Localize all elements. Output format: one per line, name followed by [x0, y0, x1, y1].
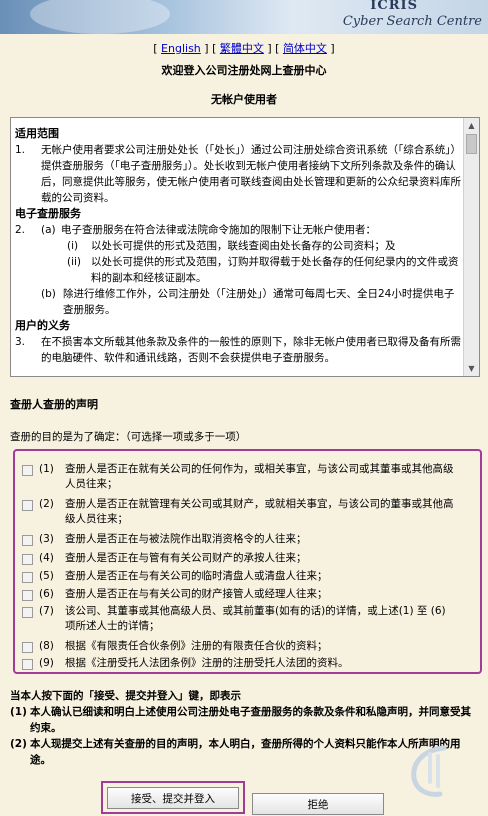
consent-item-number: (2) [10, 738, 27, 750]
purpose-option-3[interactable]: (3) 查册人是否正在与被法院作出取消资格令的人往来； [22, 532, 458, 547]
purpose-option-number: (1) [39, 463, 54, 475]
lang-traditional-chinese-link[interactable]: 繁體中文 [220, 42, 264, 55]
terms-item-number: 2. [15, 224, 26, 236]
accept-submit-login-button[interactable]: 接受、提交并登入 [107, 787, 239, 809]
purpose-option-9[interactable]: (9) 根据《注册受托人法团条例》注册的注册受托人法团的资料。 [22, 656, 458, 671]
purpose-option-2[interactable]: (2) 查册人是否正在就管理有关公司或其财产，或就相关事宜，与该公司的董事或其他… [22, 497, 458, 527]
language-bar: [ English ] [ 繁體中文 ] [ 简体中文 ] [153, 42, 335, 55]
purpose-option-number: (7) [39, 605, 54, 617]
site-banner: ICRIS Cyber Search Centre [0, 0, 488, 34]
banner-brand: ICRIS [370, 0, 418, 13]
purpose-checkbox[interactable] [22, 572, 33, 583]
terms-item: 3. 在不损害本文所载其他条款及条件的一般性的原则下，除非无帐户使用者已取得及备… [15, 334, 463, 366]
terms-subitem-number: (ii) [67, 256, 82, 268]
purpose-option-label: 根据《有限责任合伙条例》注册的有限责任合伙的资料； [65, 640, 328, 652]
scroll-thumb[interactable] [466, 134, 477, 154]
terms-item: (b) 除进行维修工作外，公司注册处（「注册处」）通常可每周七天、全日24小时提… [15, 286, 463, 318]
terms-item-text: 在不损害本文所载其他条款及条件的一般性的原则下，除非无帐户使用者已取得及备有所需… [41, 336, 461, 364]
purpose-option-5[interactable]: (5) 查册人是否正在与有关公司的临时清盘人或清盘人往来； [22, 569, 458, 584]
reject-button[interactable]: 拒绝 [252, 793, 384, 815]
purpose-checkbox[interactable] [22, 642, 33, 653]
consent-item-number: (1) [10, 706, 27, 718]
banner-graphic [30, 0, 170, 34]
purpose-option-8[interactable]: (8) 根据《有限责任合伙条例》注册的有限责任合伙的资料； [22, 639, 458, 654]
purpose-option-label: 查册人是否正在就有关公司的任何作为，或相关事宜，与该公司或其董事或其他高级人员往… [65, 463, 454, 490]
purpose-option-number: (6) [39, 588, 54, 600]
consent-item-text: 本人确认已细读和明白上述使用公司注册处电子查册服务的条款及条件和私隐声明，并同意… [30, 706, 471, 734]
purpose-option-1[interactable]: (1) 查册人是否正在就有关公司的任何作为，或相关事宜，与该公司或其董事或其他高… [22, 462, 458, 492]
terms-subitem-number: (b) [41, 288, 56, 300]
purpose-checkbox[interactable] [22, 554, 33, 565]
page-subtitle: 无帐户使用者 [211, 93, 277, 106]
consent-intro: 当本人按下面的「接受、提交并登入」键，即表示 [10, 690, 241, 702]
terms-item-text: 无帐户使用者要求公司注册处处长（「处长」）通过公司注册处综合资讯系统（「综合系统… [41, 144, 461, 204]
purpose-option-label: 查册人是否正在与有关公司的临时清盘人或清盘人往来； [65, 570, 328, 582]
terms-section-heading: 适用范围 [15, 127, 59, 140]
terms-subitem-number: (a) [41, 224, 56, 236]
purpose-option-number: (4) [39, 552, 54, 564]
terms-content: 适用范围 1. 无帐户使用者要求公司注册处处长（「处长」）通过公司注册处综合资讯… [15, 126, 463, 366]
lang-simplified-chinese-link[interactable]: 简体中文 [283, 42, 327, 55]
purpose-checkbox[interactable] [22, 590, 33, 601]
terms-section-heading: 用户的义务 [15, 319, 70, 332]
purpose-option-label: 查册人是否正在与有关公司的财产接管人或经理人往来； [65, 588, 328, 600]
terms-section-heading: 电子查册服务 [15, 207, 81, 220]
terms-item-text: 除进行维修工作外，公司注册处（「注册处」）通常可每周七天、全日24小时提供电子查… [63, 288, 455, 316]
terms-item-text: 电子查册服务在符合法律或法院命令施加的限制下让无帐户使用者： [61, 224, 376, 236]
terms-item-number: 1. [15, 144, 26, 156]
purpose-checkbox[interactable] [22, 607, 33, 618]
lang-english-link[interactable]: English [161, 42, 201, 55]
purpose-option-number: (2) [39, 498, 54, 510]
declaration-title: 查册人查册的声明 [10, 398, 98, 411]
purpose-option-number: (8) [39, 640, 54, 652]
banner-tagline: Cyber Search Centre [342, 14, 482, 29]
purpose-option-label: 查册人是否正在与被法院作出取消资格令的人往来； [65, 533, 307, 545]
purpose-prompt: 查册的目的是为了确定：（可选择一项或多于一项） [10, 431, 247, 443]
purpose-option-number: (3) [39, 533, 54, 545]
purpose-checkbox[interactable] [22, 500, 33, 511]
purpose-option-number: (9) [39, 657, 54, 669]
purpose-option-7[interactable]: (7) 该公司、其董事或其他高级人员、或其前董事(如有的话)的详情，或上述(1)… [22, 604, 458, 634]
terms-item-text: 以处长可提供的形式及范围，订购并取得载于处长备存的任何纪录内的文件或资料的副本和… [91, 256, 459, 284]
scroll-up-arrow-icon[interactable]: ▲ [466, 120, 477, 131]
purpose-option-number: (5) [39, 570, 54, 582]
purpose-option-label: 根据《注册受托人法团条例》注册的注册受托人法团的资料。 [65, 657, 349, 669]
terms-item-number: 3. [15, 336, 26, 348]
watermark-logo-icon [411, 745, 447, 797]
purpose-option-label: 查册人是否正在与管有有关公司财产的承按人往来； [65, 552, 307, 564]
terms-subitem-number: (i) [67, 240, 79, 252]
scroll-down-arrow-icon[interactable]: ▼ [466, 363, 477, 374]
purpose-checkbox[interactable] [22, 465, 33, 476]
page-title: 欢迎登入公司注册处网上查册中心 [161, 64, 327, 77]
purpose-option-label: 该公司、其董事或其他高级人员、或其前董事(如有的话)的详情，或上述(1) 至 (… [65, 605, 446, 632]
terms-item: 2. (a) 电子查册服务在符合法律或法院命令施加的限制下让无帐户使用者： [15, 222, 463, 238]
purpose-option-4[interactable]: (4) 查册人是否正在与管有有关公司财产的承按人往来； [22, 551, 458, 566]
terms-item-text: 以处长可提供的形式及范围，联线查阅由处长备存的公司资料；及 [91, 240, 396, 252]
purpose-option-label: 查册人是否正在就管理有关公司或其财产，或就相关事宜，与该公司的董事或其他高级人员… [65, 498, 454, 525]
terms-item: 1. 无帐户使用者要求公司注册处处长（「处长」）通过公司注册处综合资讯系统（「综… [15, 142, 463, 206]
consent-item: (1) 本人确认已细读和明白上述使用公司注册处电子查册服务的条款及条件和私隐声明… [10, 704, 480, 736]
terms-item: (ii) 以处长可提供的形式及范围，订购并取得载于处长备存的任何纪录内的文件或资… [15, 254, 463, 286]
terms-textarea[interactable]: 适用范围 1. 无帐户使用者要求公司注册处处长（「处长」）通过公司注册处综合资讯… [10, 117, 480, 377]
terms-item: (i) 以处长可提供的形式及范围，联线查阅由处长备存的公司资料；及 [15, 238, 463, 254]
terms-scrollbar[interactable]: ▲ ▼ [463, 118, 479, 376]
purpose-option-6[interactable]: (6) 查册人是否正在与有关公司的财产接管人或经理人往来； [22, 587, 458, 602]
purpose-checkbox[interactable] [22, 535, 33, 546]
purpose-checkbox[interactable] [22, 659, 33, 670]
